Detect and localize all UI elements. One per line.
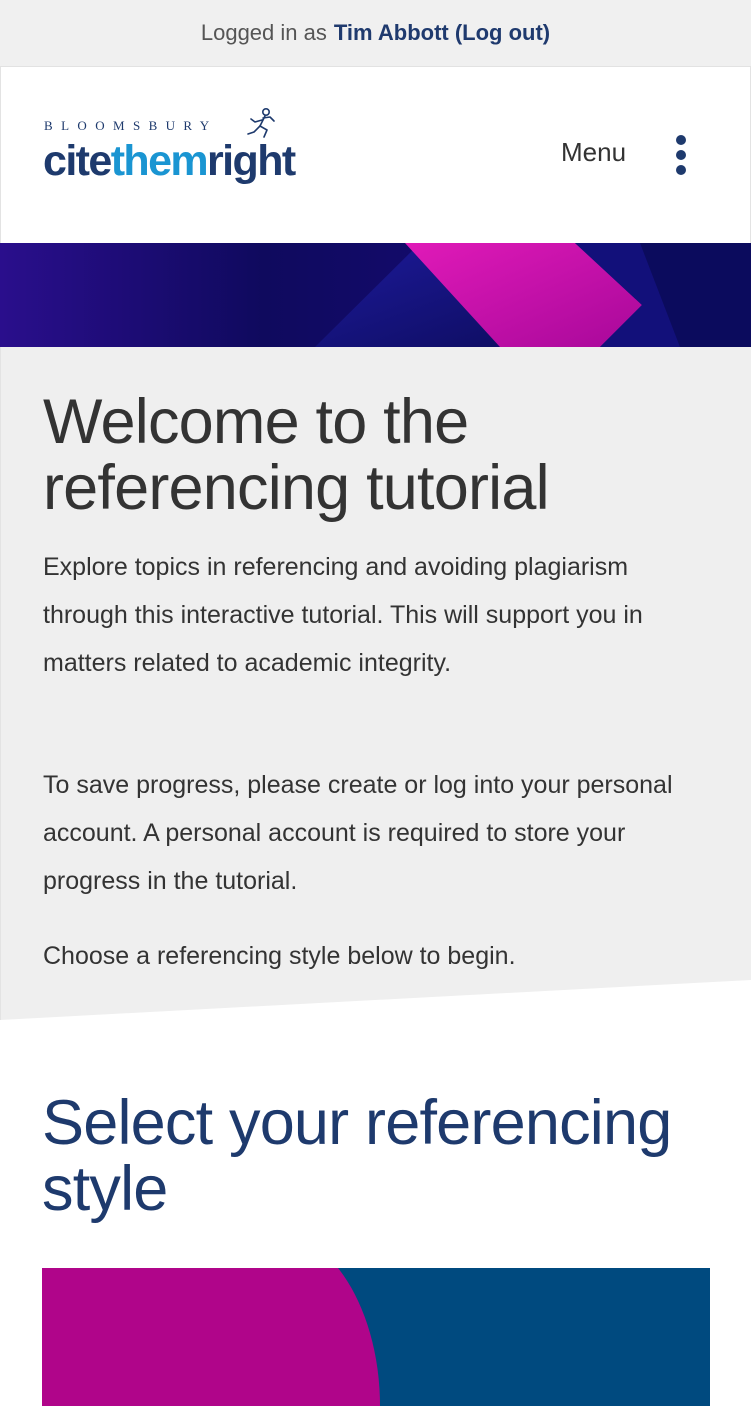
logo-word-right: right bbox=[207, 137, 296, 185]
intro-paragraph: Explore topics in referencing and avoidi… bbox=[43, 553, 643, 677]
banner-graphic bbox=[0, 243, 751, 347]
intro-section: Welcome to the referencing tutorial Expl… bbox=[0, 347, 751, 1020]
cite-them-right-logo[interactable]: BLOOMSBURY citethemright bbox=[43, 107, 343, 191]
progress-note: To save progress, please create or log i… bbox=[43, 771, 673, 895]
referencing-style-card[interactable] bbox=[42, 1268, 710, 1406]
page-title: Welcome to the referencing tutorial bbox=[43, 387, 550, 523]
login-status-text: Logged in as bbox=[200, 20, 327, 45]
select-style-heading: Select your referencing style bbox=[42, 1088, 672, 1224]
logo-wordmark: citethemright bbox=[43, 137, 296, 185]
publisher-name: BLOOMSBURY bbox=[44, 118, 218, 133]
site-header: BLOOMSBURY citethemright Menu bbox=[0, 67, 751, 243]
decorative-banner bbox=[0, 243, 751, 347]
logo-word-cite: cite bbox=[43, 137, 112, 185]
menu-button[interactable]: Menu bbox=[561, 137, 626, 168]
user-logout-link[interactable]: Tim Abbott (Log out) bbox=[334, 20, 550, 46]
logo-word-them: them bbox=[110, 137, 209, 185]
choose-style-prompt: Choose a referencing style below to begi… bbox=[43, 942, 516, 970]
login-status-bar: Logged in as Tim Abbott (Log out) bbox=[0, 0, 751, 67]
bloomsbury-jumper-icon bbox=[247, 107, 275, 138]
style-card-graphic bbox=[42, 1268, 710, 1406]
vertical-dots-icon[interactable] bbox=[667, 133, 695, 177]
